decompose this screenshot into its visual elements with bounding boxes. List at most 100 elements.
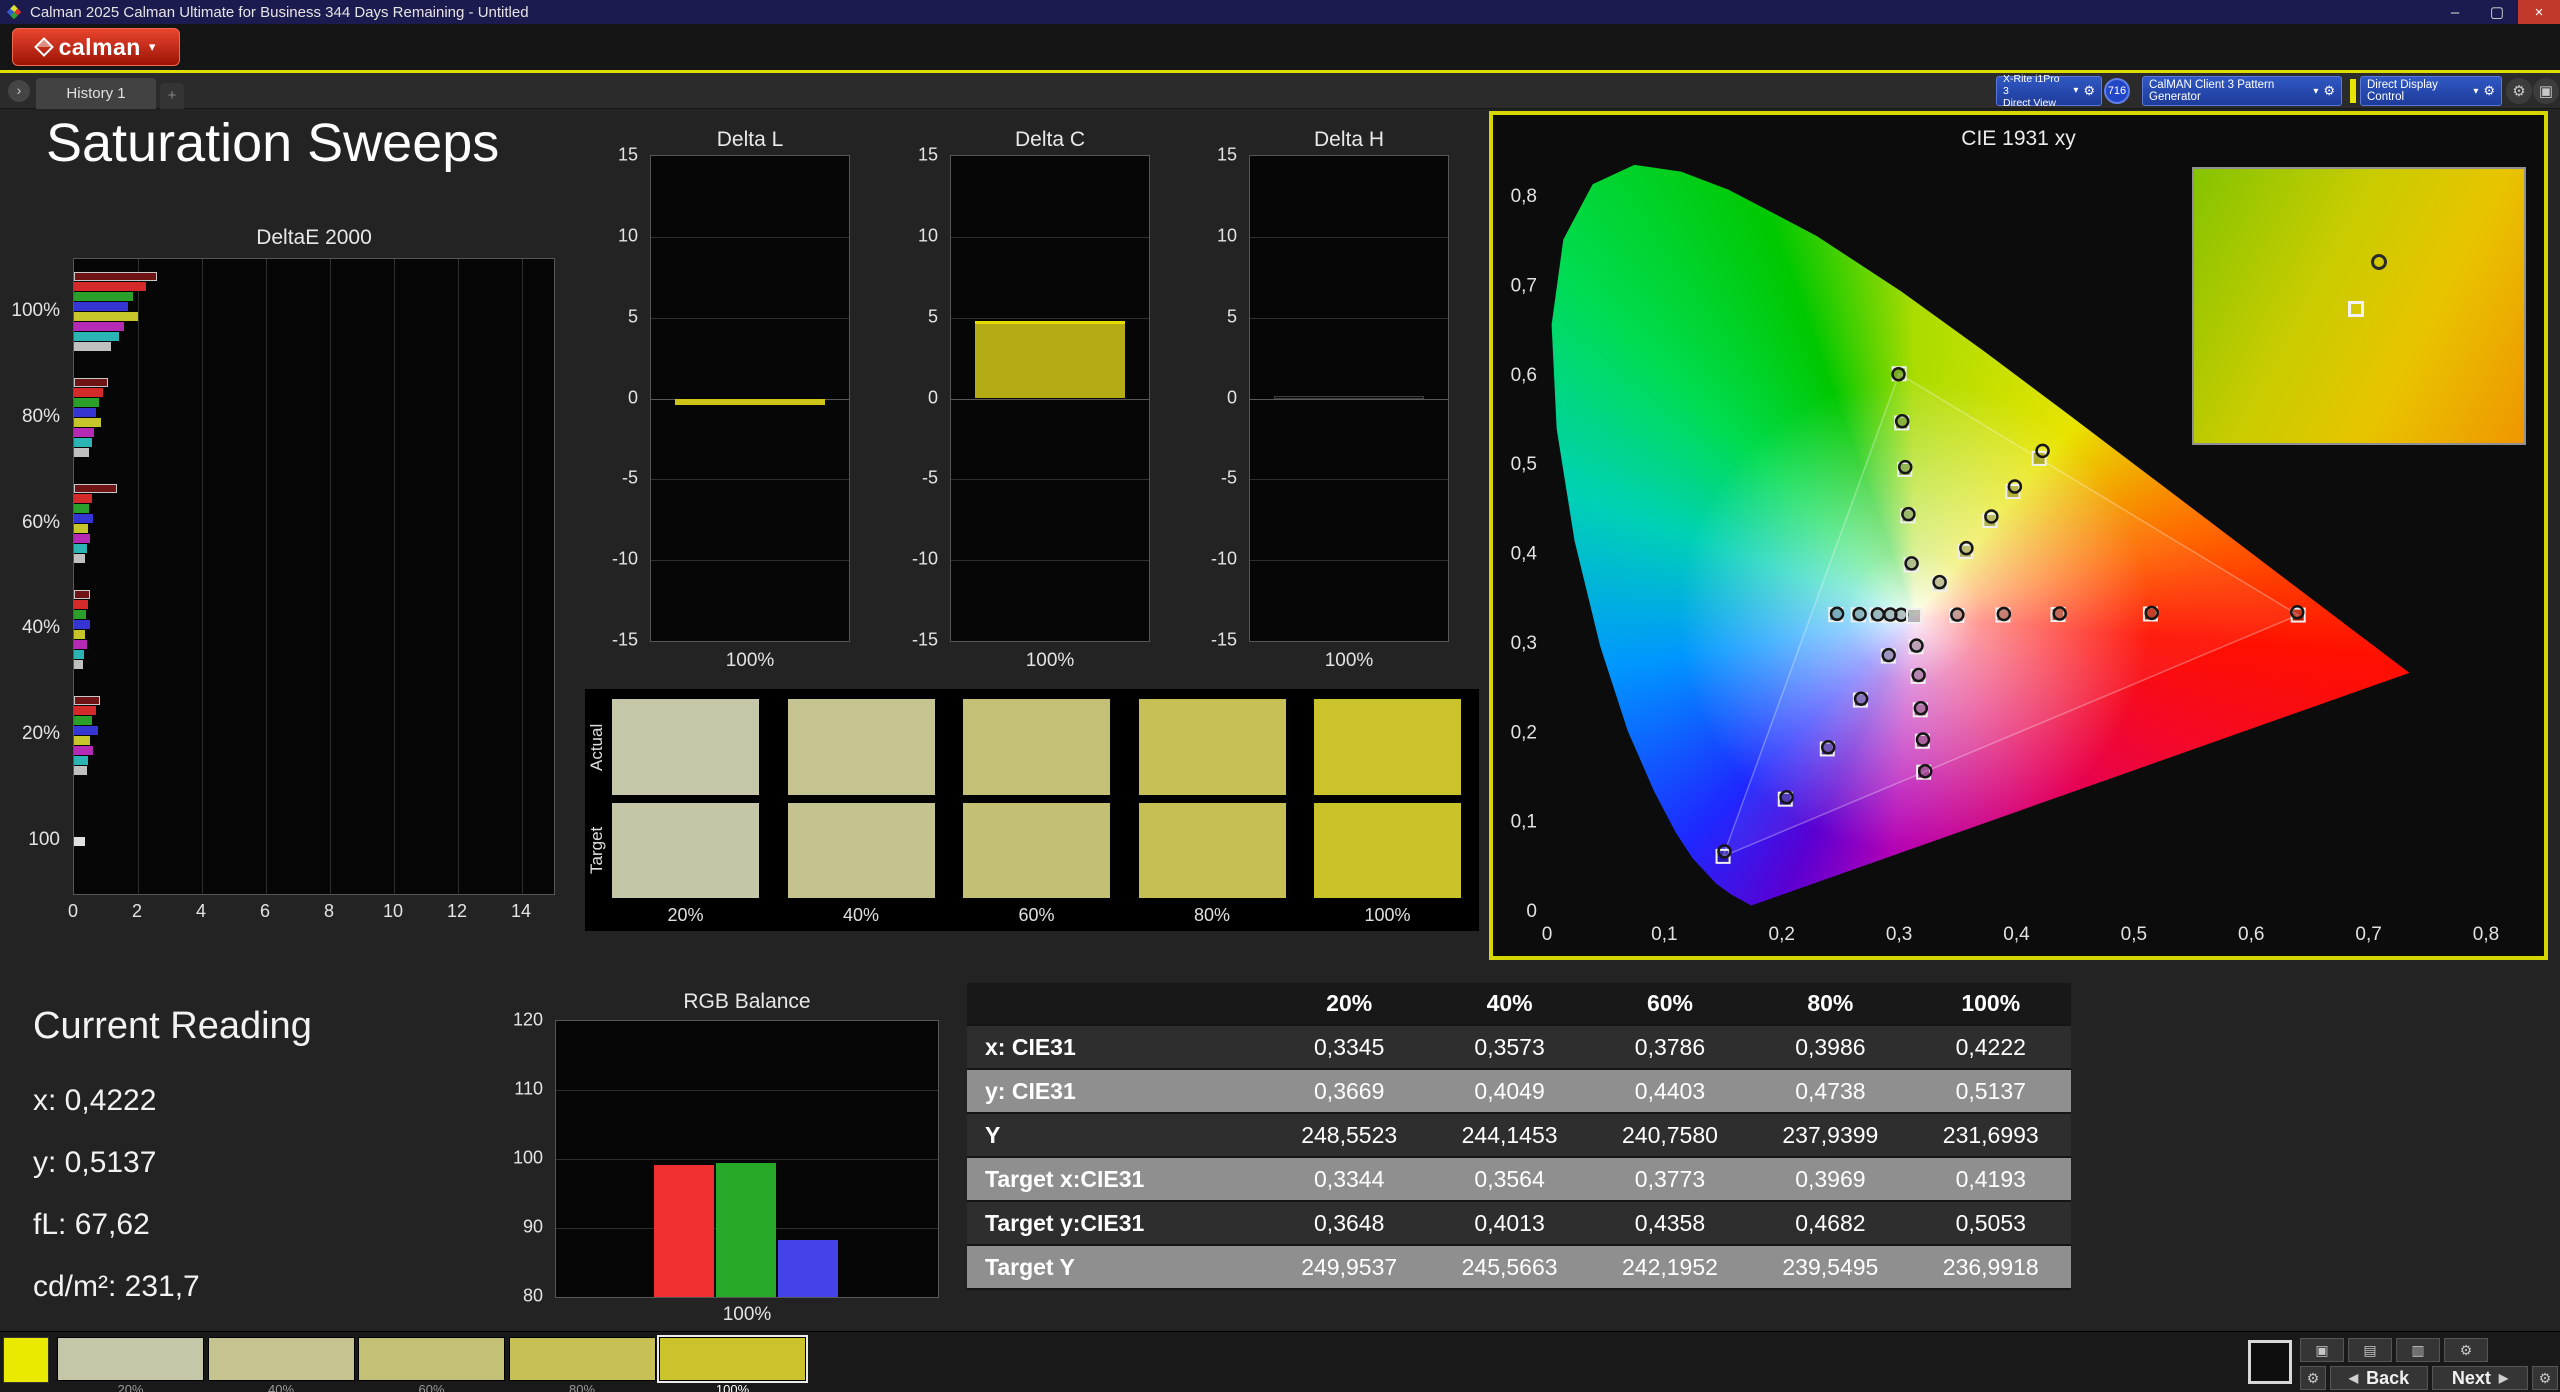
axis-tick-label: 120 (513, 1010, 543, 1031)
table-row: Y248,5523244,1453240,7580237,9399231,699… (967, 1114, 2071, 1158)
close-button[interactable]: × (2518, 0, 2560, 24)
deltae-bar (74, 706, 96, 715)
pattern-swatch-button[interactable] (208, 1337, 355, 1381)
tab-history-1[interactable]: History 1 (36, 78, 156, 109)
maximize-button[interactable]: ▢ (2476, 0, 2518, 24)
gear-icon[interactable]: ⚙ (2083, 84, 2095, 99)
tab-bar: › History 1 + X-Rite i1Pro 3 Direct View… (0, 73, 2560, 109)
back-button[interactable]: ◀ Back (2330, 1366, 2428, 1390)
grid-icon[interactable]: ▤ (2348, 1338, 2392, 1362)
axis-tick-label: 0 (928, 387, 938, 408)
pattern-swatch-button[interactable] (358, 1337, 505, 1381)
deltae-bar (74, 398, 99, 407)
deltae-bar (74, 494, 92, 503)
table-row-label: x: CIE31 (967, 1026, 1269, 1068)
calman-diamond-icon (34, 37, 54, 57)
cie-x-tick: 0,4 (2003, 924, 2030, 945)
gridline (651, 560, 849, 561)
table-cell: 0,4193 (1911, 1158, 2071, 1200)
table-cell: 0,4403 (1590, 1070, 1750, 1112)
gear-icon[interactable]: ⚙ (2483, 83, 2495, 99)
meter-button[interactable]: X-Rite i1Pro 3 Direct View ▾ ⚙ (1996, 76, 2102, 106)
meter-label: X-Rite i1Pro 3 Direct View (2003, 73, 2068, 109)
calman-menu-button[interactable]: calman ▾ (12, 28, 180, 66)
chevron-right-icon[interactable]: › (8, 80, 30, 102)
window-title: Calman 2025 Calman Ultimate for Business… (30, 4, 529, 21)
gridline (202, 259, 203, 894)
deltae-bar (74, 514, 93, 523)
deltae-bar (74, 504, 89, 513)
measurement-table: 20%40%60%80%100%x: CIE310,33450,35730,37… (967, 983, 2071, 1290)
chevron-down-icon[interactable]: ▾ (2313, 86, 2318, 97)
deltae-group-label: 100% (11, 300, 60, 322)
gridline (266, 259, 267, 894)
table-cell: 0,3969 (1750, 1158, 1910, 1200)
table-row-label: Y (967, 1114, 1269, 1156)
next-button[interactable]: Next ▶ (2432, 1366, 2528, 1390)
chevron-down-icon[interactable]: ▾ (2473, 86, 2478, 97)
table-cell: 0,4049 (1429, 1070, 1589, 1112)
measured-marker-yellow (1985, 510, 1997, 522)
axis-tick-label: -10 (1211, 549, 1237, 570)
gridline (138, 259, 139, 894)
gridline (951, 560, 1149, 561)
axis-tick-label: -5 (922, 468, 938, 489)
table-cell: 0,3344 (1269, 1158, 1429, 1200)
table-row-label: y: CIE31 (967, 1070, 1269, 1112)
next-settings-gear-icon[interactable]: ⚙ (2532, 1366, 2558, 1390)
workspace-settings-button[interactable]: ▣ (2533, 78, 2559, 104)
axis-tick-label: 100 (513, 1148, 543, 1169)
new-tab-button[interactable]: + (160, 83, 184, 109)
pattern-swatch-button[interactable] (509, 1337, 656, 1381)
deltae-bar (74, 590, 90, 599)
cie-x-tick: 0,6 (2238, 924, 2264, 945)
axis-tick-label: 5 (1227, 306, 1237, 327)
pattern-swatch-button[interactable] (57, 1337, 204, 1381)
measured-marker-blue (1718, 845, 1730, 857)
current-reading-title: Current Reading (33, 1005, 503, 1048)
axis-tick-label: -15 (1211, 630, 1237, 651)
swatch-column-label: 100% (1314, 905, 1461, 926)
deltae2000-y-axis: 100%80%60%40%20%100 (0, 258, 66, 895)
settings-gear-button[interactable]: ⚙ (2506, 78, 2532, 104)
chevron-down-icon[interactable]: ▾ (2073, 85, 2078, 97)
deltae-bar (74, 736, 90, 745)
measured-marker-red (1951, 609, 1963, 621)
measured-marker-cyan (1884, 609, 1896, 621)
delta-c-chart-title: Delta C (950, 128, 1150, 152)
pattern-generator-button[interactable]: CalMAN Client 3 Pattern Generator ▾ ⚙ (2142, 76, 2342, 106)
deltae-group-label: 40% (22, 617, 60, 639)
table-cell: 0,3564 (1429, 1158, 1589, 1200)
table-cell: 0,5053 (1911, 1202, 2071, 1244)
white-point-marker (1907, 609, 1921, 623)
gridline (951, 399, 1149, 400)
back-settings-gear-icon[interactable]: ⚙ (2300, 1366, 2326, 1390)
logo-bar: calman ▾ (0, 24, 2560, 70)
swatch-column-label: 40% (788, 905, 935, 926)
axis-tick-label: 4 (196, 901, 206, 922)
deltae-bar (74, 282, 146, 291)
gear-icon[interactable]: ⚙ (2323, 83, 2335, 99)
rgb-bar-blue (778, 1240, 838, 1297)
table-cell: 0,3986 (1750, 1026, 1910, 1068)
measured-marker-red (1998, 608, 2010, 620)
deltae-bar (74, 726, 98, 735)
pattern-window-toggle[interactable] (2248, 1340, 2292, 1384)
deltae-bar (74, 322, 124, 331)
table-row-label: Target Y (967, 1246, 1269, 1288)
actual-row-label: Actual (587, 699, 609, 795)
delta-h-x-label: 100% (1249, 650, 1449, 672)
rows-icon[interactable]: ▥ (2396, 1338, 2440, 1362)
gridline (556, 1090, 938, 1091)
gear-icon[interactable]: ⚙ (2444, 1338, 2488, 1362)
deltae-group-label: 60% (22, 512, 60, 534)
deltae2000-x-axis: 02468101214 (73, 901, 555, 923)
pattern-swatch-button[interactable] (659, 1337, 806, 1381)
measured-marker-blue (1883, 649, 1895, 661)
target-swatch (1314, 803, 1461, 898)
screen-icon[interactable]: ▣ (2300, 1338, 2344, 1362)
display-control-button[interactable]: Direct Display Control ▾ ⚙ (2360, 76, 2502, 106)
actual-swatch (612, 699, 759, 795)
minimize-button[interactable]: – (2434, 0, 2476, 24)
axis-tick-label: -10 (612, 549, 638, 570)
